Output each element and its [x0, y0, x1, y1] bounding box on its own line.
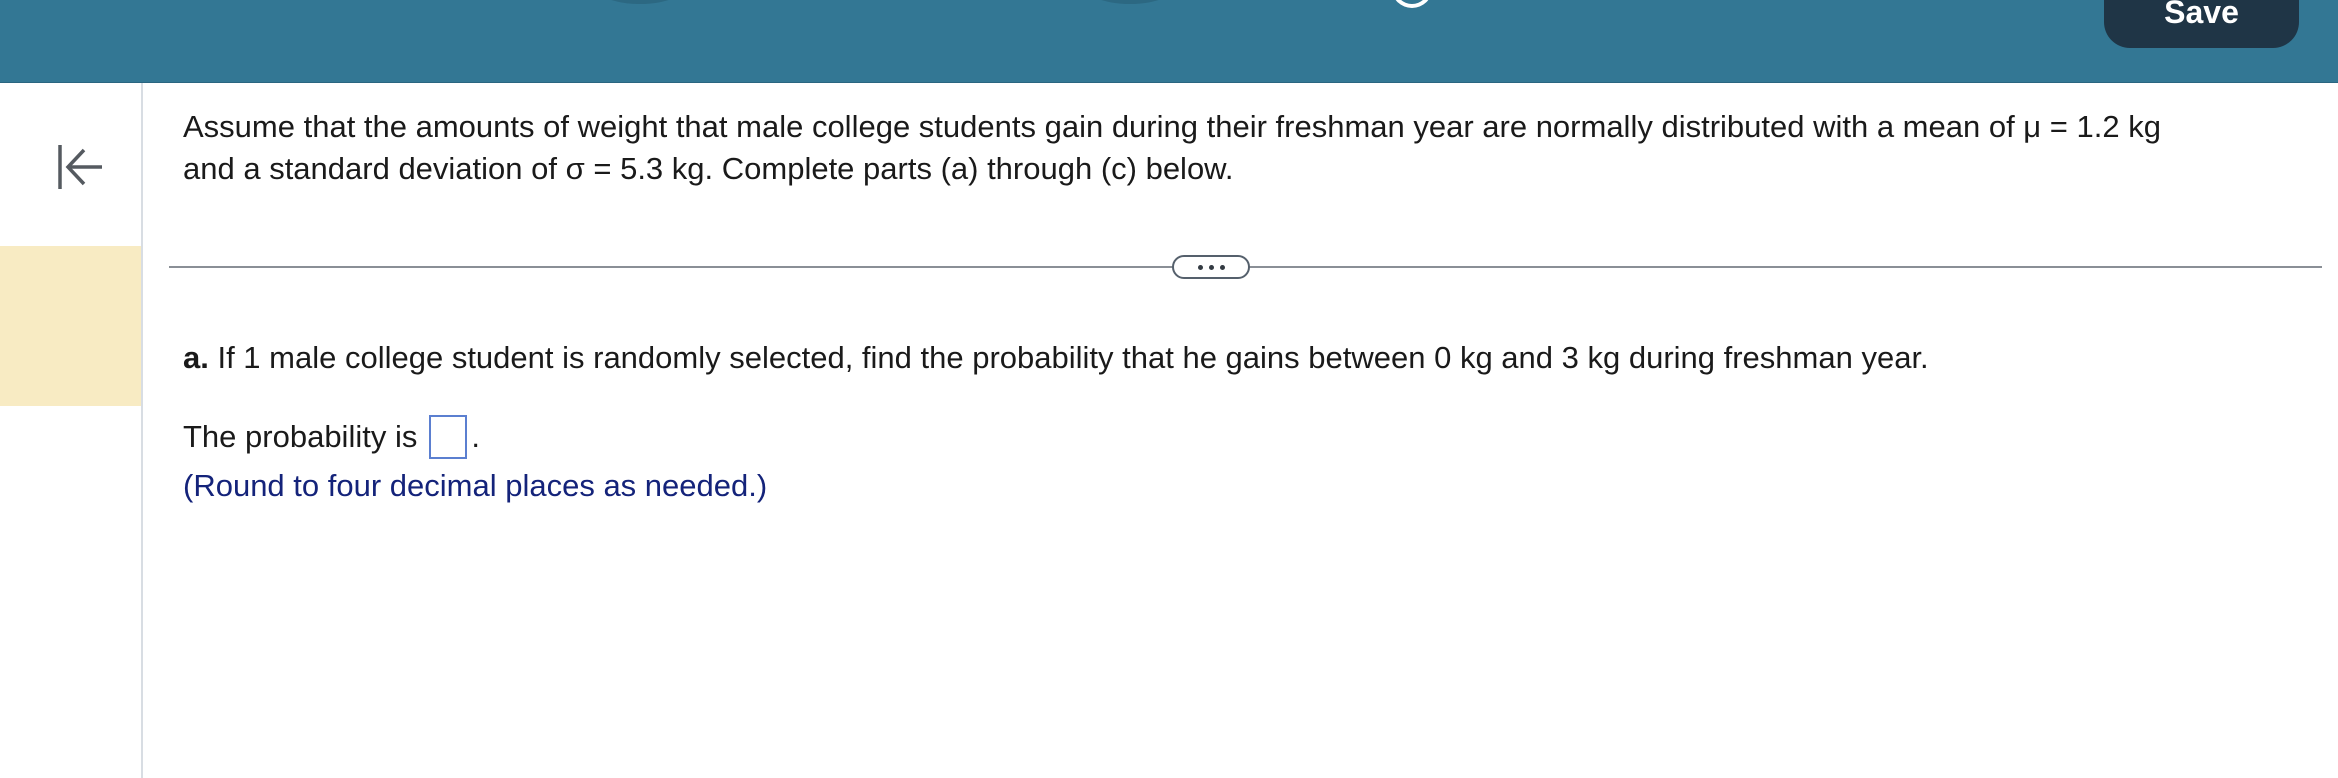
problem-statement-line-1: Assume that the amounts of weight that m… [183, 109, 2161, 144]
problem-statement-line-2: and a standard deviation of σ = 5.3 kg. … [183, 151, 1234, 186]
part-a-text: If 1 male college student is randomly se… [208, 340, 1929, 375]
ellipsis-dot [1197, 264, 1203, 270]
problem-statement: Assume that the amounts of weight that m… [183, 106, 2323, 190]
probability-answer-input[interactable] [429, 415, 468, 459]
question-content: Assume that the amounts of weight that m… [143, 83, 2338, 778]
answer-prefix: The probability is [183, 419, 418, 454]
answer-suffix: . [471, 419, 480, 454]
collapse-left-icon [58, 145, 102, 189]
top-header-bar: Save [0, 0, 2338, 83]
expand-ellipsis-button[interactable] [1172, 255, 1250, 279]
rounding-hint: (Round to four decimal places as needed.… [183, 468, 768, 503]
current-question-highlight[interactable] [0, 246, 141, 406]
nav-circle-2[interactable] [1080, 0, 1180, 4]
collapse-sidebar-button[interactable] [44, 135, 112, 199]
nav-circle-3[interactable] [1392, 0, 1432, 8]
ellipsis-dot [1219, 264, 1225, 270]
left-sidebar [0, 83, 143, 778]
answer-line: The probability is . [183, 415, 480, 459]
part-a-label: a. [183, 340, 209, 375]
save-button[interactable]: Save [2104, 0, 2299, 48]
ellipsis-dot [1208, 264, 1214, 270]
part-a-question: a. If 1 male college student is randomly… [183, 337, 1929, 379]
nav-circle-1[interactable] [590, 0, 690, 4]
